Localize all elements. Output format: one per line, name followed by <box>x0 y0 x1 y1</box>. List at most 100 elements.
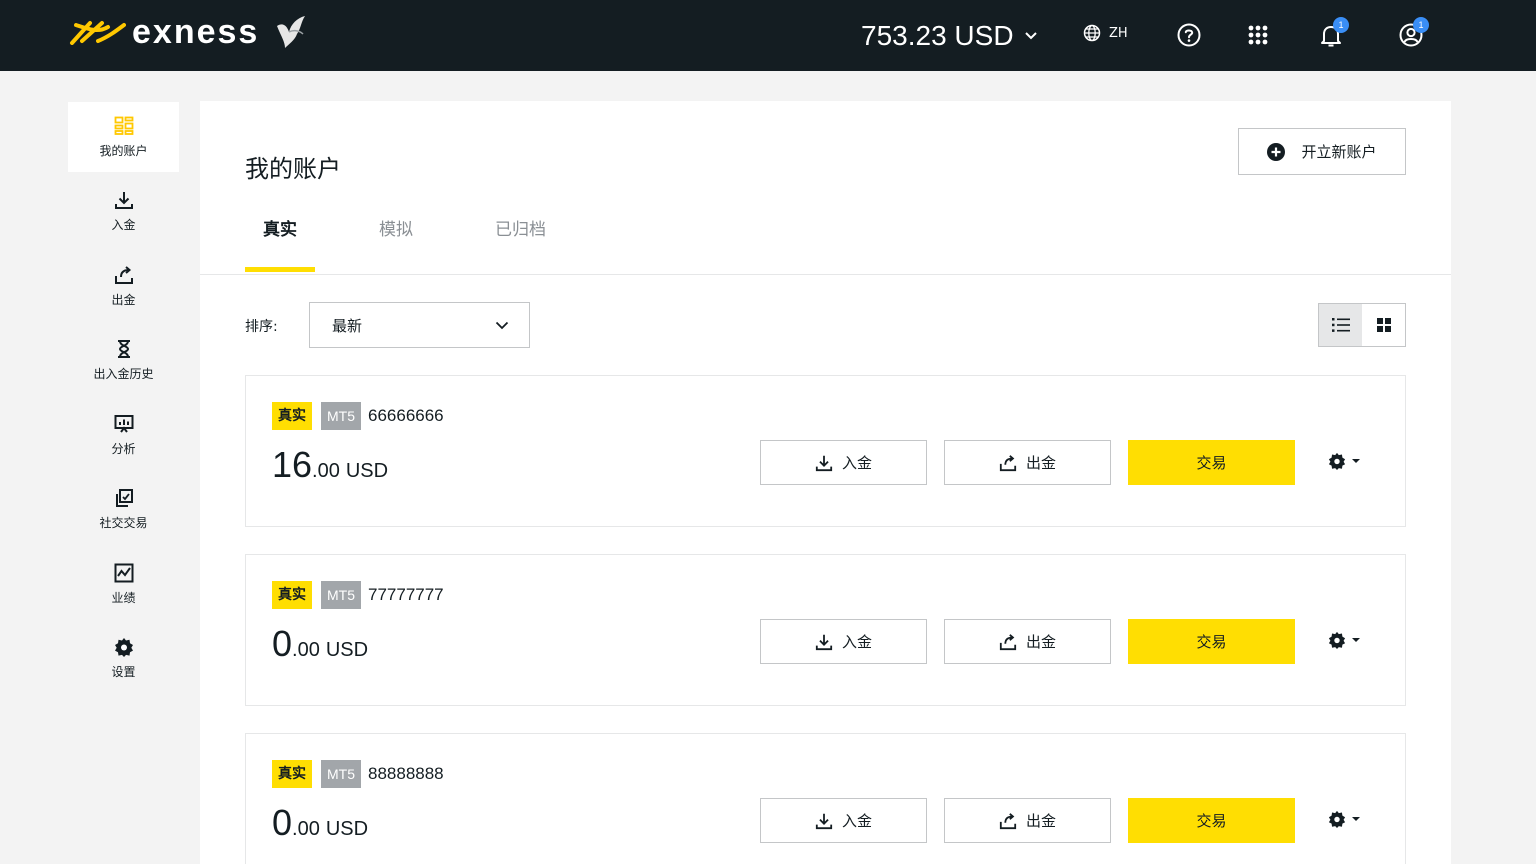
withdraw-label: 出金 <box>1025 454 1056 472</box>
analytics-icon <box>114 414 133 433</box>
profile-button[interactable]: 1 <box>1398 17 1429 48</box>
download-icon <box>815 455 833 471</box>
notification-badge: 1 <box>1333 17 1349 33</box>
sidebar-item-label: 出入金历史 <box>93 367 154 381</box>
account-settings-menu[interactable] <box>1328 631 1361 649</box>
chevron-down-icon <box>1024 32 1037 40</box>
sidebar-item-my-accounts[interactable]: 我的账户 <box>68 102 179 172</box>
page-title: 我的账户 <box>245 155 341 183</box>
open-new-account-button[interactable]: 开立新账户 <box>1238 128 1406 175</box>
exness-logo[interactable]: exness <box>68 12 311 52</box>
deposit-label: 入金 <box>841 454 872 472</box>
deposit-button[interactable]: 入金 <box>760 440 927 485</box>
account-card: 真实 MT5 77777777 0.00 USD 入金 出金 交易 <box>245 554 1406 706</box>
balance-integer: 16 <box>272 444 313 485</box>
account-type-badge: 真实 <box>272 402 312 430</box>
notifications-button[interactable]: 1 <box>1318 17 1349 48</box>
dashboard-icon <box>114 116 133 135</box>
main-panel: 我的账户 开立新账户 真实 模拟 已归档 排序: 最新 真实 MT5 66666… <box>200 101 1451 864</box>
help-button[interactable] <box>1176 22 1202 48</box>
sidebar-item-deposit[interactable]: 入金 <box>68 177 179 247</box>
account-card-header: 真实 MT5 77777777 <box>272 581 444 609</box>
account-number[interactable]: 66666666 <box>368 406 444 426</box>
deposit-button[interactable]: 入金 <box>760 619 927 664</box>
trade-button[interactable]: 交易 <box>1128 619 1295 664</box>
list-view-button[interactable] <box>1319 304 1362 346</box>
trade-label: 交易 <box>1196 633 1227 651</box>
trade-label: 交易 <box>1196 812 1227 830</box>
account-tabs: 真实 模拟 已归档 <box>245 215 610 275</box>
sidebar-item-label: 设置 <box>111 665 136 679</box>
withdraw-label: 出金 <box>1025 633 1056 651</box>
trade-button[interactable]: 交易 <box>1128 798 1295 843</box>
upload-icon <box>999 633 1017 650</box>
withdraw-button[interactable]: 出金 <box>944 440 1111 485</box>
sidebar-item-label: 我的账户 <box>99 143 148 158</box>
sort-select[interactable]: 最新 <box>309 302 530 348</box>
tab-archived[interactable]: 已归档 <box>477 215 564 273</box>
hourglass-icon <box>117 340 130 358</box>
sidebar-item-history[interactable]: 出入金历史 <box>68 326 179 396</box>
withdraw-button[interactable]: 出金 <box>944 619 1111 664</box>
account-settings-menu[interactable] <box>1328 452 1361 470</box>
apps-grid-icon <box>1248 25 1268 45</box>
account-settings-menu[interactable] <box>1328 810 1361 828</box>
balance-decimal: .00 <box>292 818 320 840</box>
view-toggle <box>1318 303 1406 347</box>
apps-button[interactable] <box>1245 22 1271 48</box>
account-number[interactable]: 77777777 <box>368 585 444 605</box>
trade-label: 交易 <box>1196 454 1227 472</box>
grid-view-button[interactable] <box>1362 304 1405 346</box>
sidebar-item-label: 出金 <box>111 292 136 307</box>
sidebar-item-social-trading[interactable]: 社交交易 <box>68 475 179 545</box>
account-balance: 0.00 USD <box>272 623 368 665</box>
list-icon <box>1331 318 1350 332</box>
sort-value: 最新 <box>332 316 363 335</box>
tab-demo[interactable]: 模拟 <box>361 215 431 273</box>
language-selector[interactable]: ZH <box>1083 24 1128 42</box>
chevron-down-icon <box>495 321 509 329</box>
exness-mark-icon <box>70 21 126 45</box>
withdraw-button[interactable]: 出金 <box>944 798 1111 843</box>
copy-icon <box>115 489 133 507</box>
sidebar-item-label: 分析 <box>111 441 136 456</box>
platform-badge: MT5 <box>321 760 361 788</box>
open-new-account-label: 开立新账户 <box>1301 143 1377 161</box>
sidebar-item-settings[interactable]: 设置 <box>68 624 179 694</box>
download-icon <box>114 192 133 209</box>
account-card-header: 真实 MT5 88888888 <box>272 760 444 788</box>
top-bar: exness 753.23 USD ZH 1 1 <box>0 0 1536 71</box>
sidebar-item-label: 业绩 <box>111 590 136 605</box>
upload-icon <box>114 265 133 284</box>
gear-icon <box>114 638 133 657</box>
balance-currency: USD <box>325 818 369 840</box>
account-balance: 16.00 USD <box>272 444 388 486</box>
balance-value: 753.23 USD <box>861 20 1014 51</box>
gear-icon <box>1328 452 1346 470</box>
platform-badge: MT5 <box>321 581 361 609</box>
sort-label: 排序: <box>245 319 278 335</box>
balance-integer: 0 <box>272 802 293 843</box>
tab-real[interactable]: 真实 <box>245 215 315 273</box>
sidebar-item-label: 社交交易 <box>99 516 148 530</box>
sidebar-item-performance[interactable]: 业绩 <box>68 549 179 619</box>
account-type-badge: 真实 <box>272 581 312 609</box>
account-number[interactable]: 88888888 <box>368 764 444 784</box>
sidebar-item-withdraw[interactable]: 出金 <box>68 251 179 321</box>
balance-decimal: .00 <box>292 639 320 661</box>
trade-button[interactable]: 交易 <box>1128 440 1295 485</box>
grid-icon <box>1376 318 1391 332</box>
account-card: 真实 MT5 88888888 0.00 USD 入金 出金 交易 <box>245 733 1406 864</box>
sidebar-item-analytics[interactable]: 分析 <box>68 400 179 470</box>
dove-icon <box>277 16 306 48</box>
account-balance: 0.00 USD <box>272 802 368 844</box>
deposit-button[interactable]: 入金 <box>760 798 927 843</box>
platform-badge: MT5 <box>321 402 361 430</box>
account-card-header: 真实 MT5 66666666 <box>272 402 444 430</box>
balance-currency: USD <box>345 460 389 482</box>
language-code: ZH <box>1109 25 1128 41</box>
globe-icon <box>1083 24 1101 42</box>
caret-down-icon <box>1352 638 1360 642</box>
balance-dropdown[interactable]: 753.23 USD <box>861 18 1038 54</box>
caret-down-icon <box>1352 817 1360 821</box>
